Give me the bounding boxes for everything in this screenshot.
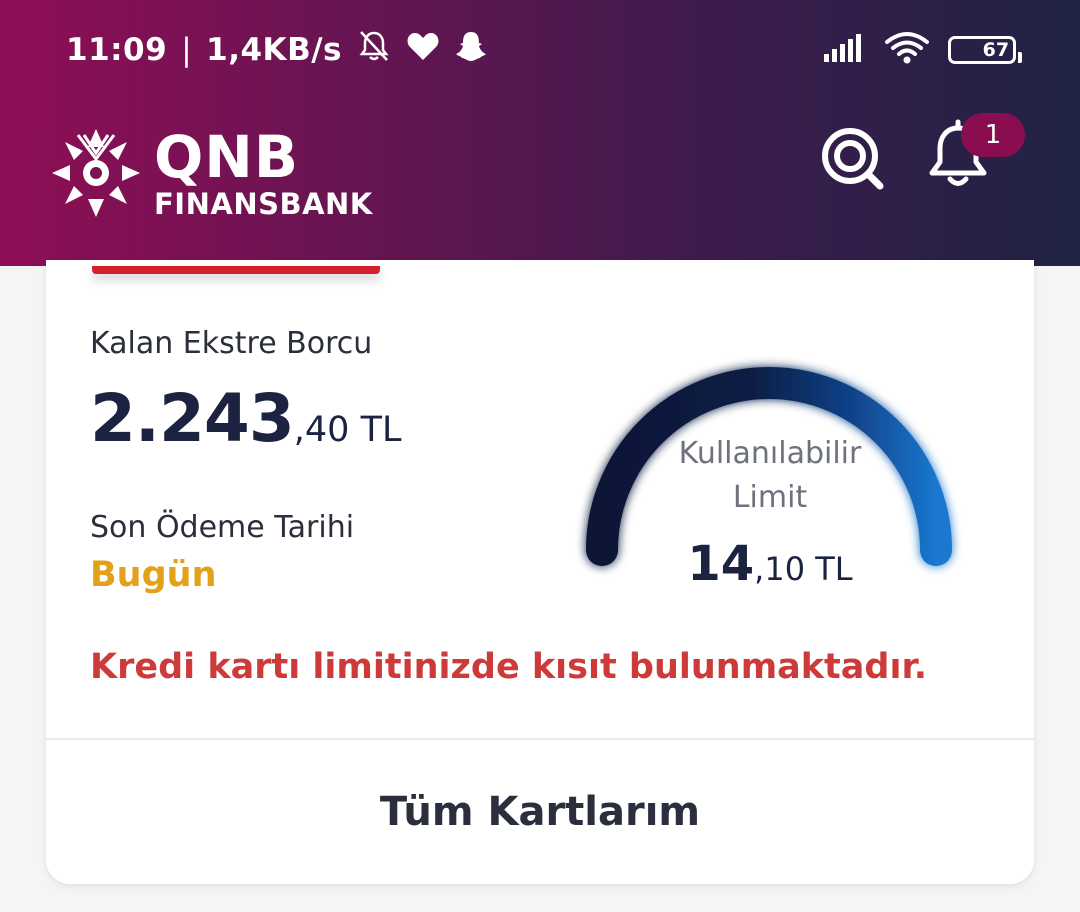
- status-time: 11:09: [66, 32, 168, 68]
- card-tab-indicator[interactable]: [92, 266, 380, 274]
- app-header: 11:09 | 1,4KB/s 67 QNB FINANSBANK 1: [0, 0, 1080, 266]
- wifi-icon: [884, 30, 930, 70]
- qnb-logo-mark-icon: [52, 129, 140, 217]
- signal-icon: [822, 32, 866, 68]
- debt-amount-integer: 2.243: [90, 380, 295, 457]
- snapchat-icon: [454, 29, 488, 71]
- status-bar: 11:09 | 1,4KB/s 67: [0, 0, 1080, 100]
- status-right: 67: [822, 28, 1022, 72]
- search-button[interactable]: [818, 124, 888, 194]
- debt-amount-decimal: ,40: [293, 410, 350, 450]
- heart-icon: [406, 30, 440, 70]
- battery-level: 67: [982, 39, 1010, 61]
- limit-currency: TL: [805, 550, 853, 588]
- available-limit-label-line1: Kullanılabilir: [678, 436, 862, 471]
- debt-label: Kalan Ekstre Borcu: [90, 326, 373, 361]
- logo-finansbank-text: FINANSBANK: [154, 186, 373, 221]
- status-left: 11:09 | 1,4KB/s: [66, 28, 488, 72]
- limit-restriction-warning: Kredi kartı limitinizde kısıt bulunmakta…: [90, 647, 928, 687]
- debt-amount: 2.243,40 TL: [90, 380, 401, 457]
- bell-off-icon: [356, 28, 392, 72]
- qnb-finansbank-logo[interactable]: QNB FINANSBANK: [48, 125, 373, 221]
- battery-icon: 67: [948, 36, 1022, 64]
- available-limit-value: 14,10 TL: [660, 536, 880, 592]
- status-separator: |: [181, 32, 193, 68]
- search-icon: [822, 128, 884, 190]
- available-limit-label-line2: Limit: [732, 480, 808, 515]
- network-speed: 1,4KB/s: [206, 32, 342, 68]
- notification-badge[interactable]: 1: [961, 113, 1025, 157]
- due-date-label: Son Ödeme Tarihi: [90, 510, 355, 545]
- debt-currency: TL: [349, 410, 402, 450]
- all-cards-button[interactable]: Tüm Kartlarım: [46, 742, 1034, 882]
- available-limit-label: Kullanılabilir Limit: [660, 432, 880, 520]
- card-divider: [46, 738, 1034, 740]
- logo-qnb-text: QNB: [154, 122, 300, 191]
- due-date-value: Bugün: [90, 555, 217, 595]
- limit-integer: 14: [687, 536, 755, 592]
- limit-decimal: ,10: [754, 550, 806, 588]
